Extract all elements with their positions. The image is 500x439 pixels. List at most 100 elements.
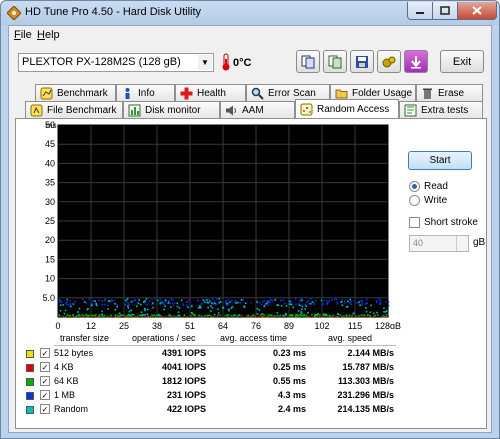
copy-info-button[interactable]: [296, 50, 320, 73]
series-checkbox[interactable]: ✓: [40, 404, 50, 414]
data-point: [360, 313, 363, 316]
short-stroke-checkbox[interactable]: Short stroke: [409, 217, 478, 228]
data-point: [170, 306, 172, 308]
data-point: [358, 301, 360, 304]
chevron-down-icon[interactable]: ▼: [198, 55, 212, 70]
tab-disk-monitor[interactable]: Disk monitor: [123, 101, 220, 118]
data-point: [271, 314, 273, 316]
data-point: [291, 314, 294, 316]
cell-ops: 4041 IOPS: [161, 362, 206, 372]
data-point: [69, 314, 72, 317]
data-point: [178, 314, 181, 317]
data-point: [344, 300, 346, 302]
table-row: ✓ 1 MB 231 IOPS 4.3 ms 231.296 MB/s: [24, 389, 394, 403]
data-point: [361, 301, 364, 304]
title-bar[interactable]: HD Tune Pro 4.50 - Hard Disk Utility: [1, 1, 499, 25]
short-stroke-checkbox-box[interactable]: [409, 217, 420, 228]
data-point: [135, 305, 138, 308]
data-point: [133, 314, 135, 316]
access-time-chart: 5045403530252015105.00 12 25 38 51 64 76 89 102 1…: [42, 120, 401, 329]
tab-health[interactable]: Health: [175, 84, 246, 101]
series-checkbox[interactable]: ✓: [40, 348, 50, 358]
data-point: [261, 313, 264, 315]
data-point: [98, 299, 101, 302]
menu-bar: File Help: [9, 26, 491, 45]
data-point: [116, 304, 118, 306]
data-point: [180, 299, 183, 302]
speaker-icon: [226, 105, 236, 115]
data-point: [88, 298, 90, 300]
data-point: [163, 303, 165, 306]
data-point: [126, 297, 129, 300]
options-button[interactable]: [377, 50, 401, 73]
write-radio[interactable]: Write: [409, 195, 447, 206]
data-point: [361, 303, 364, 306]
tab-info[interactable]: Info: [116, 84, 175, 101]
series-checkbox[interactable]: ✓: [40, 390, 50, 400]
data-point: [328, 314, 331, 317]
data-point: [310, 298, 312, 300]
tab-random-access[interactable]: Random Access: [295, 99, 399, 118]
write-radio-indicator[interactable]: [409, 195, 420, 206]
download-icon: [411, 55, 421, 68]
minimize-button[interactable]: [407, 2, 433, 20]
data-point: [307, 299, 309, 302]
data-point: [201, 302, 204, 305]
data-point: [103, 314, 106, 317]
tab-erase[interactable]: Erase: [416, 84, 483, 101]
data-point: [227, 299, 230, 301]
save-button[interactable]: [350, 50, 374, 73]
tab-extra-tests[interactable]: Extra tests: [399, 101, 483, 118]
data-point: [326, 300, 328, 302]
tab-benchmark[interactable]: Benchmark: [35, 84, 116, 101]
data-point: [313, 302, 315, 304]
cell-access: 2.4 ms: [277, 404, 306, 414]
copy-screenshot-button[interactable]: [323, 50, 347, 73]
window-title: HD Tune Pro 4.50 - Hard Disk Utility: [25, 6, 202, 18]
tab-file-benchmark[interactable]: File Benchmark: [25, 101, 123, 118]
col-header-speed: avg. speed: [328, 333, 373, 343]
data-point: [224, 300, 227, 302]
data-point: [256, 301, 259, 303]
read-radio-indicator[interactable]: [409, 181, 420, 192]
menu-help[interactable]: Help: [37, 29, 60, 41]
data-point: [349, 298, 352, 301]
data-point: [231, 306, 234, 308]
data-point: [325, 313, 327, 316]
data-point: [59, 309, 62, 312]
data-point: [156, 299, 159, 302]
download-button[interactable]: [404, 50, 428, 73]
series-checkbox[interactable]: ✓: [40, 362, 50, 372]
data-point: [124, 299, 127, 302]
start-button[interactable]: Start: [408, 151, 472, 170]
x-tick-label: 89: [284, 321, 294, 329]
short-stroke-size-input[interactable]: 40: [409, 235, 469, 252]
data-point: [299, 313, 302, 316]
series-checkbox[interactable]: ✓: [40, 376, 50, 386]
close-button[interactable]: [457, 2, 497, 20]
data-point: [130, 301, 133, 303]
data-point: [273, 314, 276, 317]
spinner-arrows-icon[interactable]: [456, 236, 468, 251]
data-point: [69, 299, 71, 302]
data-point: [204, 301, 206, 303]
data-point: [91, 302, 93, 305]
data-point: [341, 299, 344, 301]
read-radio[interactable]: Read: [409, 181, 448, 192]
drive-select[interactable]: PLEXTOR PX-128M2S (128 gB) ▼: [18, 53, 214, 72]
data-point: [154, 298, 156, 301]
data-point: [145, 297, 148, 300]
exit-button[interactable]: Exit: [440, 50, 484, 73]
data-point: [218, 298, 221, 300]
menu-file[interactable]: File: [14, 29, 32, 41]
data-point: [130, 309, 132, 311]
series-color-swatch: [26, 350, 34, 358]
maximize-button[interactable]: [432, 2, 458, 20]
data-point: [114, 302, 116, 305]
data-point: [304, 308, 306, 310]
data-point: [235, 302, 237, 304]
y-tick-label: 10: [45, 274, 55, 284]
data-point: [383, 307, 385, 310]
tab-aam[interactable]: AAM: [220, 101, 295, 118]
extra-tests-icon: [404, 104, 417, 116]
